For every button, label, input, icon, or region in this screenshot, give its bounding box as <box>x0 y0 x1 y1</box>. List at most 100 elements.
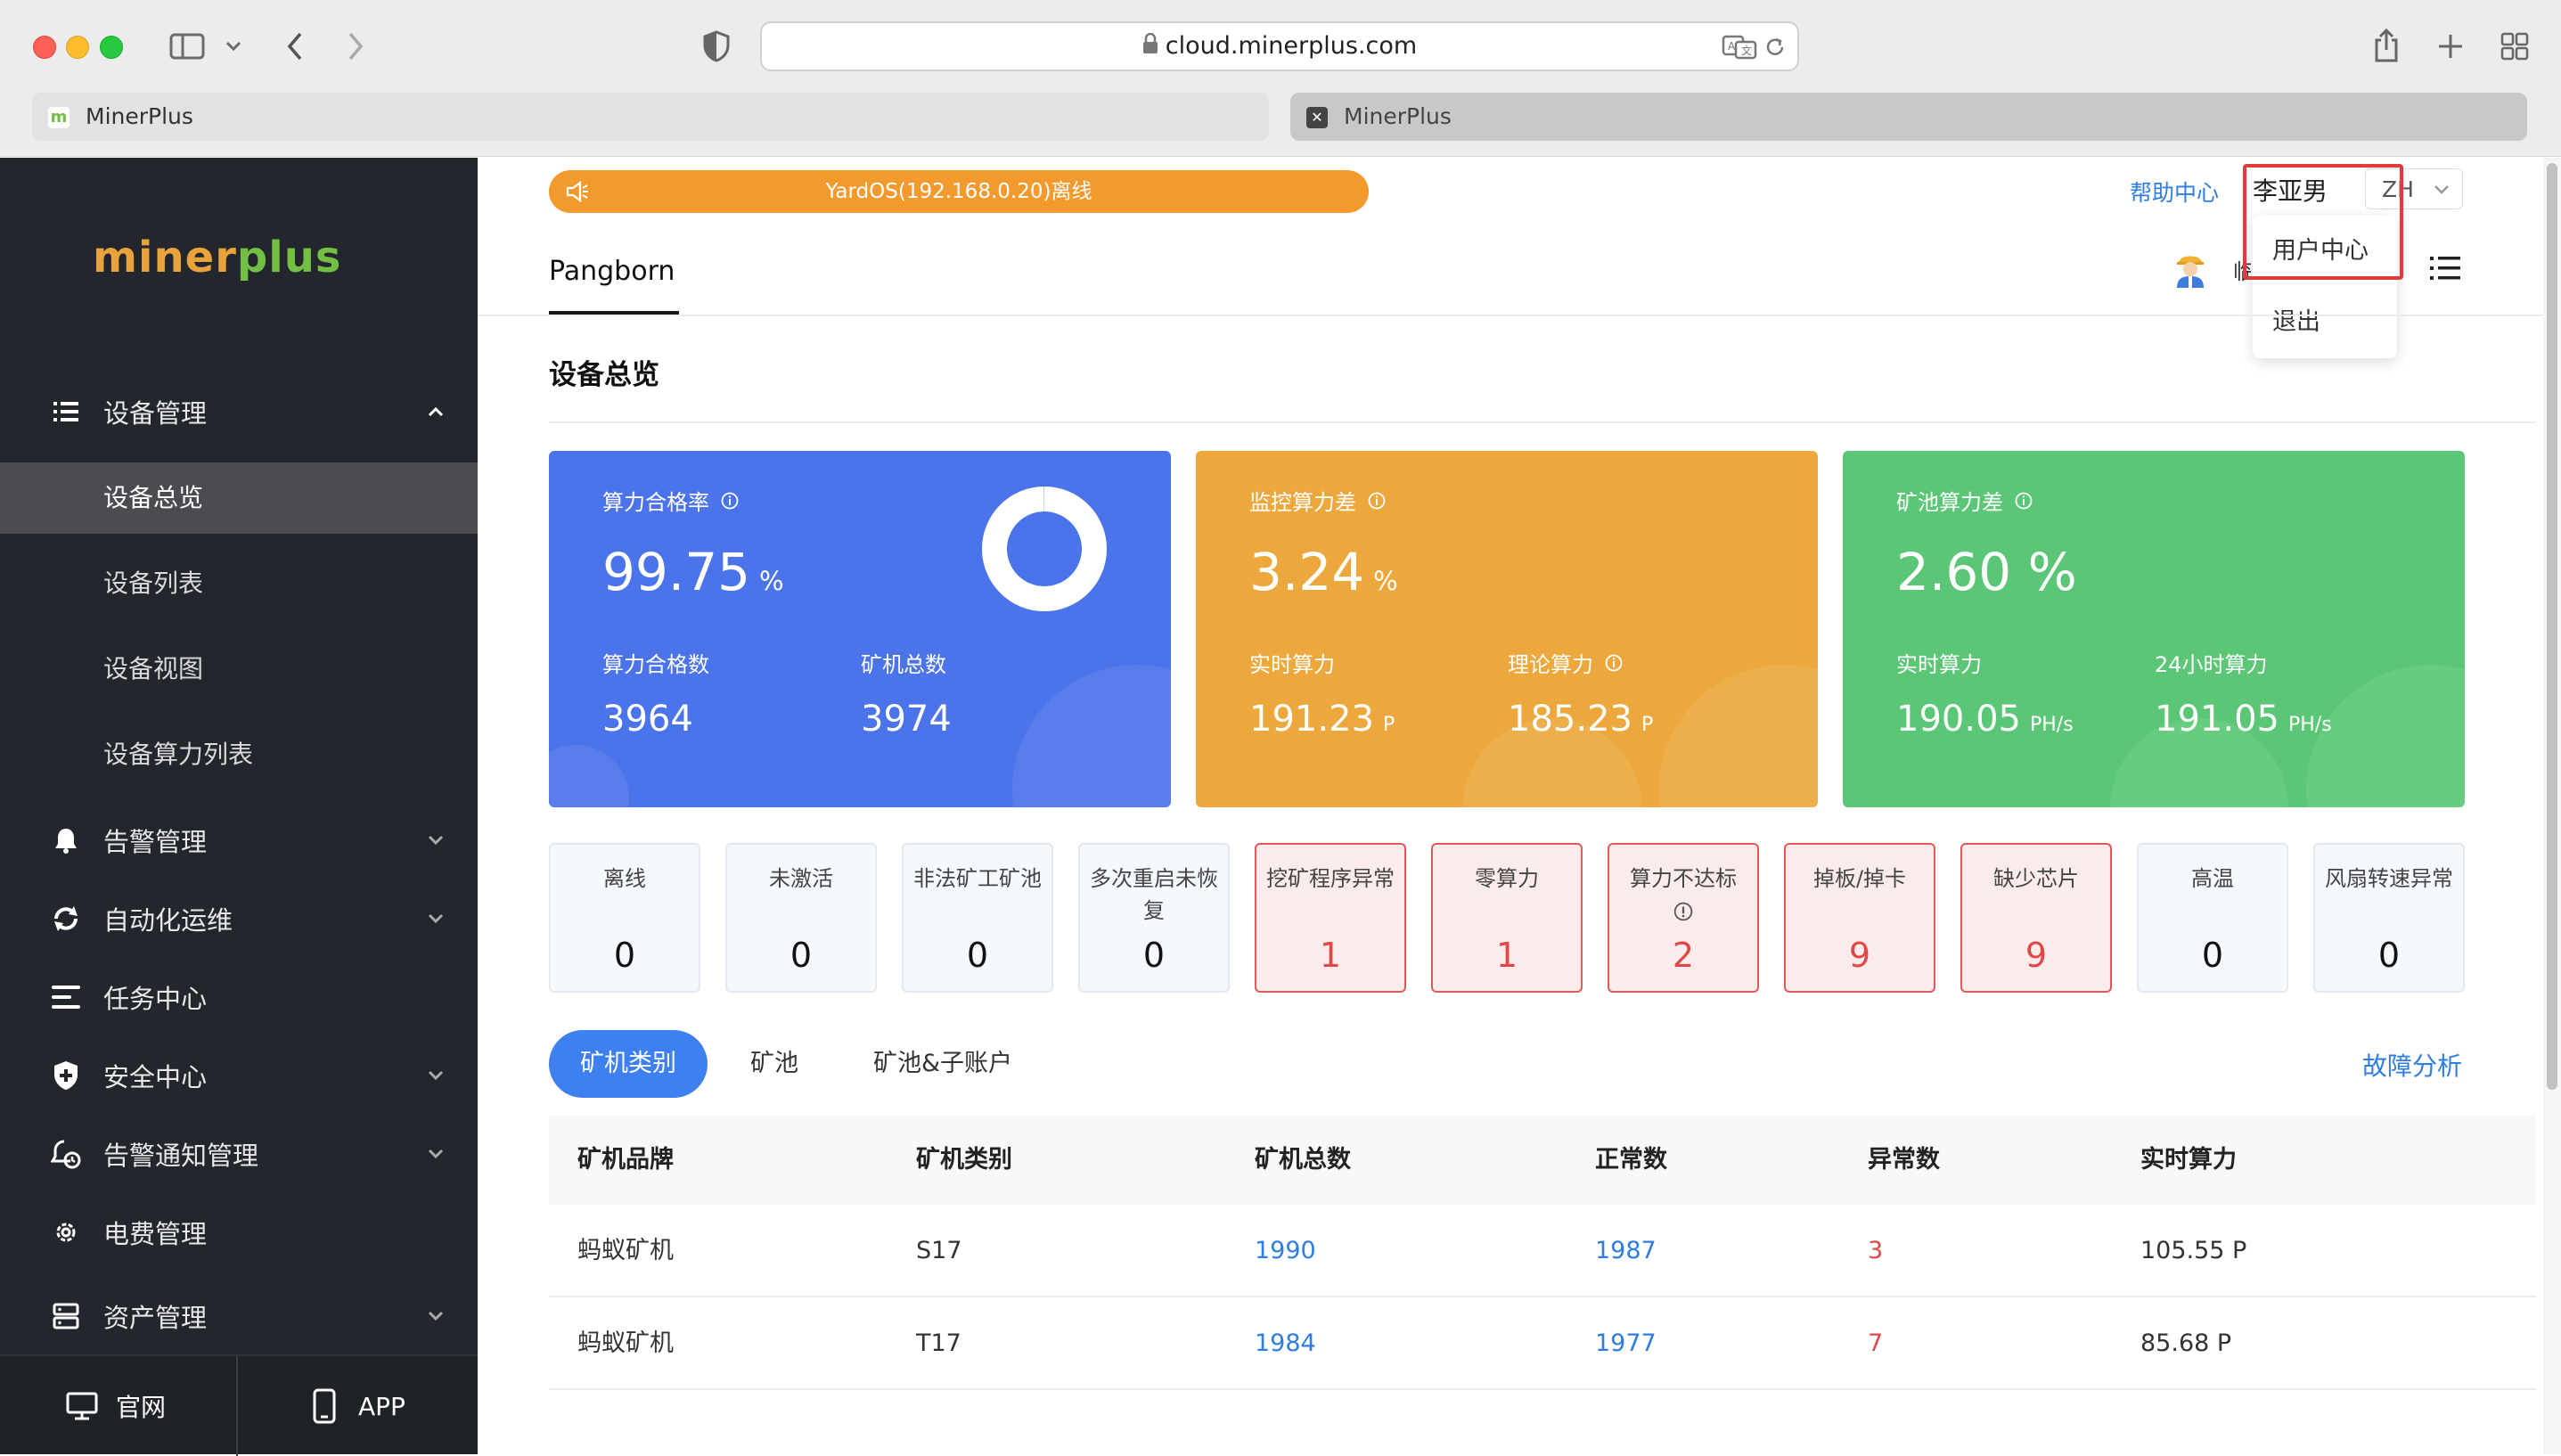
stat-board-drop[interactable]: 掉板/掉卡 9 <box>1784 843 1935 993</box>
stat-high-temp[interactable]: 高温 0 <box>2137 843 2288 993</box>
bell-icon <box>50 824 82 856</box>
minimize-window-button[interactable] <box>66 36 89 59</box>
sidebar-item-task-center[interactable]: 任务中心 <box>0 961 478 1033</box>
reload-icon[interactable] <box>1760 32 1790 62</box>
info-icon[interactable] <box>1604 653 1624 673</box>
sidebar-toggle-icon[interactable] <box>168 29 207 64</box>
card-main-value: 2.60 % <box>1896 542 2077 602</box>
tab-overview-icon[interactable] <box>2497 29 2532 64</box>
stat-hashrate-below-standard[interactable]: 算力不达标 2 <box>1608 843 1759 993</box>
app-button[interactable]: APP <box>307 1356 405 1456</box>
chevron-down-icon <box>426 1306 446 1326</box>
column-header[interactable]: 矿机品牌 <box>577 1116 674 1205</box>
website-button[interactable]: 官网 <box>64 1356 166 1456</box>
cell-abnormal-link[interactable]: 7 <box>1868 1297 1883 1390</box>
info-icon[interactable] <box>1367 491 1387 511</box>
share-icon[interactable] <box>2369 25 2404 66</box>
cell-abnormal-link[interactable]: 3 <box>1868 1205 1883 1297</box>
realtime-hashrate-value: 190.05 PH/s <box>1896 699 2074 740</box>
total-miners-value: 3974 <box>861 699 952 740</box>
shield-icon <box>50 1059 82 1092</box>
column-header[interactable]: 矿机总数 <box>1255 1116 1351 1205</box>
24h-hashrate-label: 24小时算力 <box>2155 652 2268 677</box>
info-icon[interactable] <box>720 491 740 511</box>
back-icon[interactable] <box>280 29 310 64</box>
tab-pool-subaccount[interactable]: 矿池&子账户 <box>873 1030 1012 1098</box>
help-center-link[interactable]: 帮助中心 <box>2130 176 2219 208</box>
stat-illegal-pool[interactable]: 非法矿工矿池 0 <box>902 843 1053 993</box>
stat-mining-program-error[interactable]: 挖矿程序异常 1 <box>1255 843 1406 993</box>
info-icon[interactable] <box>2014 491 2033 511</box>
stat-offline[interactable]: 离线 0 <box>549 843 700 993</box>
language-select[interactable]: ZH <box>2365 168 2463 209</box>
browser-tab-1[interactable]: m MinerPlus <box>32 93 1269 141</box>
sidebar-item-device-management[interactable]: 设备管理 <box>0 376 478 447</box>
stat-not-activated[interactable]: 未激活 0 <box>725 843 877 993</box>
close-tab-icon[interactable]: ✕ <box>1306 107 1328 128</box>
tab-miner-category[interactable]: 矿机类别 <box>549 1030 708 1098</box>
stat-zero-hashrate[interactable]: 零算力 1 <box>1431 843 1583 993</box>
cell-total-link[interactable]: 1984 <box>1255 1297 1316 1390</box>
info-icon[interactable] <box>1673 902 1693 921</box>
scrollbar-thumb[interactable] <box>2547 163 2557 1090</box>
24h-hashrate-value: 191.05 PH/s <box>2155 699 2332 740</box>
chevron-up-icon <box>426 402 446 421</box>
column-header[interactable]: 实时算力 <box>2140 1116 2237 1205</box>
column-header[interactable]: 正常数 <box>1595 1116 1667 1205</box>
cell-normal-link[interactable]: 1977 <box>1595 1297 1657 1390</box>
browser-tab-2[interactable]: ✕ MinerPlus <box>1290 93 2527 141</box>
cell-category: S17 <box>916 1237 962 1264</box>
menu-list-icon[interactable] <box>2427 250 2463 286</box>
sidebar-subitem-hashrate-list[interactable]: 设备算力列表 <box>0 719 478 790</box>
cell-hashrate: 105.55 P <box>2140 1237 2247 1264</box>
cell-hashrate: 85.68 P <box>2140 1329 2232 1357</box>
sidebar-subitem-device-view[interactable]: 设备视图 <box>0 634 478 705</box>
translate-icon[interactable]: A文 <box>1721 32 1758 62</box>
sidebar-item-electricity[interactable]: 电费管理 <box>0 1197 478 1268</box>
fault-analysis-link[interactable]: 故障分析 <box>2362 1047 2462 1083</box>
stat-missing-chip[interactable]: 缺少芯片 9 <box>1960 843 2112 993</box>
svg-text:文: 文 <box>1741 44 1752 57</box>
minerplus-logo[interactable]: minerplus <box>93 233 341 282</box>
logout-menu-item[interactable]: 退出 <box>2253 287 2397 358</box>
card-main-value: 99.75% <box>602 542 784 602</box>
list-icon <box>50 396 82 428</box>
pool-hashrate-diff-card: 矿池算力差 2.60 % 实时算力 24小时算力 190.05 PH/s 191.… <box>1843 451 2465 807</box>
column-header[interactable]: 异常数 <box>1868 1116 1940 1205</box>
sidebar: minerplus 设备管理 设备总览 设备列表 设备视图 设备算力列表 告警管… <box>0 158 478 1456</box>
avatar-icon[interactable] <box>2169 247 2212 290</box>
chevron-down-icon <box>426 1066 446 1085</box>
avatar-label: 临 <box>2233 259 2251 284</box>
new-tab-icon[interactable] <box>2433 29 2468 64</box>
privacy-shield-icon[interactable] <box>700 29 732 64</box>
card-title: 算力合格率 <box>602 485 740 516</box>
stat-fan-speed-error[interactable]: 风扇转速异常 0 <box>2313 843 2465 993</box>
site-tab-pangborn[interactable]: Pangborn <box>549 256 675 287</box>
user-menu-trigger[interactable]: 李亚男 <box>2253 172 2328 208</box>
sidebar-item-automation[interactable]: 自动化运维 <box>0 883 478 954</box>
alarm-clock-icon <box>50 1138 82 1170</box>
chevron-down-icon[interactable] <box>223 36 244 57</box>
cell-normal-link[interactable]: 1987 <box>1595 1205 1657 1297</box>
sidebar-subitem-device-list[interactable]: 设备列表 <box>0 548 478 619</box>
address-bar[interactable]: cloud.minerplus.com A文 <box>760 21 1799 71</box>
sidebar-item-alarm-management[interactable]: 告警管理 <box>0 805 478 876</box>
sidebar-item-alarm-notification[interactable]: 告警通知管理 <box>0 1118 478 1190</box>
forward-icon[interactable] <box>340 29 371 64</box>
sidebar-subitem-device-overview[interactable]: 设备总览 <box>0 462 478 534</box>
user-center-menu-item[interactable]: 用户中心 <box>2253 216 2397 287</box>
phone-icon <box>307 1388 342 1424</box>
realtime-hashrate-value: 191.23 P <box>1249 699 1395 740</box>
sidebar-item-asset-management[interactable]: 资产管理 <box>0 1280 478 1352</box>
close-window-button[interactable] <box>33 36 56 59</box>
offline-alert-banner[interactable]: YardOS(192.168.0.20)离线 <box>549 170 1369 213</box>
table-row: 蚂蚁矿机 T17 1984 1977 7 85.68 P <box>549 1297 2536 1390</box>
maximize-window-button[interactable] <box>100 36 123 59</box>
tab-pool[interactable]: 矿池 <box>750 1030 798 1098</box>
column-header[interactable]: 矿机类别 <box>916 1116 1012 1205</box>
stat-restart-unrecovered[interactable]: 多次重启未恢复 0 <box>1078 843 1230 993</box>
tab-label: MinerPlus <box>86 103 193 129</box>
page-scrollbar[interactable] <box>2543 158 2561 1454</box>
sidebar-item-security-center[interactable]: 安全中心 <box>0 1040 478 1111</box>
cell-total-link[interactable]: 1990 <box>1255 1205 1316 1297</box>
